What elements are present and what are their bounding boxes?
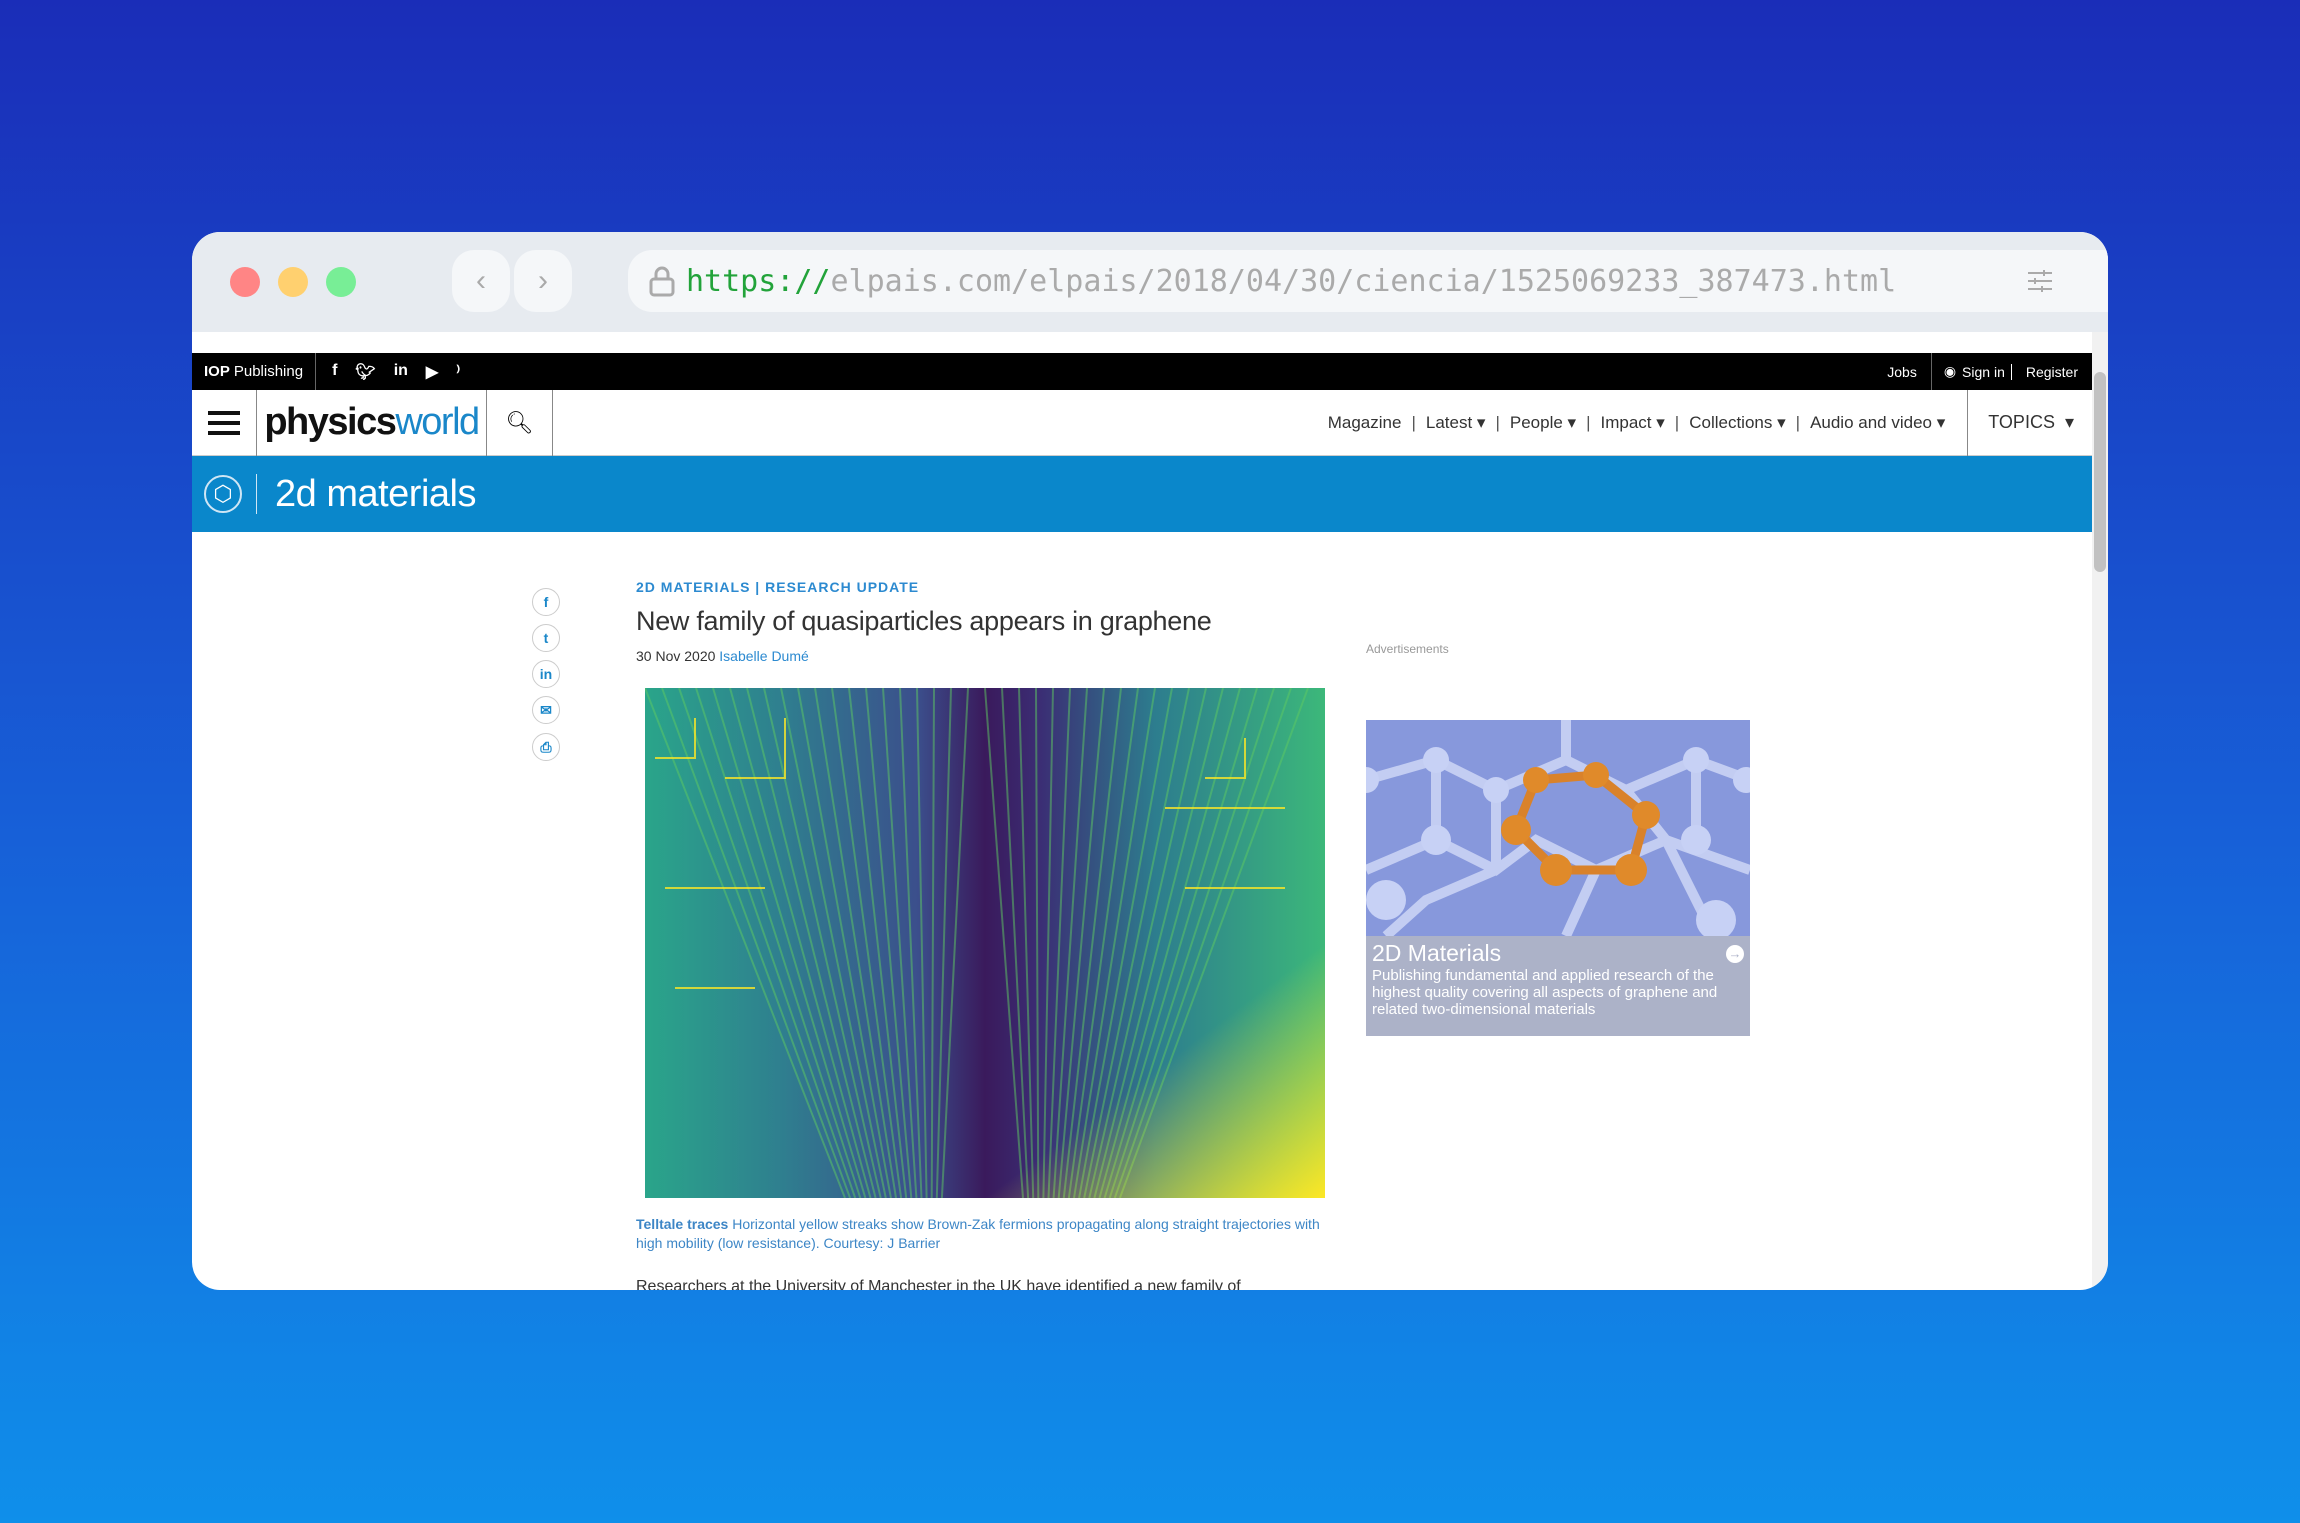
scrollbar[interactable] [2092, 332, 2108, 1290]
nav-impact[interactable]: Impact ▾ [1591, 413, 1675, 433]
ad-label: Advertisements [1366, 642, 1449, 656]
sliders-icon [2028, 270, 2052, 292]
logo-rest: Publishing [233, 363, 304, 380]
image-caption: Telltale traces Horizontal yellow streak… [636, 1215, 1336, 1253]
arrow-right-icon[interactable]: → [1726, 944, 1744, 963]
category-link[interactable]: 2D MATERIALS [636, 579, 750, 595]
type-link[interactable]: RESEARCH UPDATE [765, 579, 919, 595]
journal-ad[interactable]: 2D Materials → Publishing fundamental and… [1366, 720, 1750, 1036]
hamburger-menu-icon[interactable] [192, 389, 257, 456]
url-protocol: https:// [686, 263, 831, 299]
topics-dropdown[interactable]: TOPICS ▾ [1967, 389, 2092, 456]
logo-physics: physics [264, 401, 397, 443]
browser-toolbar: ‹ › https://elpais.com/elpais/2018/04/30… [192, 232, 2108, 332]
logo-bold: IOP [204, 363, 230, 380]
nav-collections[interactable]: Collections ▾ [1679, 413, 1795, 433]
graphene-lattice-image [1366, 720, 1750, 940]
hexagon-molecule-icon: ⬡ [204, 475, 242, 513]
ad-title: 2D Materials [1372, 940, 1502, 966]
scrollbar-thumb[interactable] [2094, 372, 2106, 572]
sign-in-link[interactable]: Sign in [1960, 363, 2012, 380]
user-icon: ◉ [1943, 363, 1957, 379]
youtube-icon[interactable]: ▶ [426, 362, 438, 382]
article-category: 2D MATERIALS | RESEARCH UPDATE [636, 579, 920, 595]
share-linkedin-icon[interactable]: in [532, 660, 560, 688]
publisher-bar: IOP Publishing f 🐦︎ in ▶ ⁾ Jobs ◉ Sign in… [192, 353, 2092, 390]
rss-icon[interactable]: ⁾ [456, 362, 460, 382]
logo-world: world [395, 401, 480, 443]
forward-button[interactable]: › [514, 250, 572, 312]
print-icon[interactable]: ⎙ [532, 733, 560, 761]
share-email-icon[interactable]: ✉ [532, 696, 560, 724]
register-link[interactable]: Register [2012, 364, 2092, 380]
settings-button[interactable] [2010, 250, 2070, 312]
nav-magazine[interactable]: Magazine [1318, 413, 1412, 433]
physicsworld-logo[interactable]: physics world [257, 389, 487, 456]
browser-window: ‹ › https://elpais.com/elpais/2018/04/30… [192, 232, 2108, 1290]
twitter-icon[interactable]: 🐦︎ [355, 362, 375, 382]
article-body: Researchers at the University of Manches… [636, 1278, 1241, 1290]
ad-description: Publishing fundamental and applied resea… [1372, 967, 1718, 1018]
share-twitter-icon[interactable]: t [532, 624, 560, 652]
minimize-button[interactable] [278, 267, 308, 297]
jobs-link[interactable]: Jobs [1873, 353, 1932, 390]
facebook-icon[interactable]: f [332, 362, 337, 382]
web-page: IOP Publishing f 🐦︎ in ▶ ⁾ Jobs ◉ Sign in… [192, 353, 2092, 1290]
article-date: 30 Nov 2020 [636, 648, 716, 664]
nav-people[interactable]: People ▾ [1500, 413, 1586, 433]
topic-banner: ⬡ 2d materials [192, 456, 2092, 532]
search-icon[interactable]: 🔍︎ [487, 389, 553, 456]
close-button[interactable] [230, 267, 260, 297]
linkedin-icon[interactable]: in [394, 362, 408, 382]
nav-audio-video[interactable]: Audio and video ▾ [1800, 413, 1955, 433]
nav-latest[interactable]: Latest ▾ [1416, 413, 1496, 433]
article-hero-image [645, 688, 1325, 1198]
article-title: New family of quasiparticles appears in … [636, 606, 1212, 636]
back-button[interactable]: ‹ [452, 250, 510, 312]
main-nav: physics world 🔍︎ Magazine | Latest ▾ | Peop… [192, 389, 2092, 456]
author-link[interactable]: Isabelle Dumé [719, 648, 809, 664]
address-bar[interactable]: https://elpais.com/elpais/2018/04/30/cie… [628, 250, 2108, 312]
topic-title: 2d materials [275, 472, 476, 515]
maximize-button[interactable] [326, 267, 356, 297]
iop-logo[interactable]: IOP Publishing [192, 353, 317, 390]
share-facebook-icon[interactable]: f [532, 588, 560, 616]
article-meta: 30 Nov 2020 Isabelle Dumé [636, 648, 809, 664]
url-text: elpais.com/elpais/2018/04/30/ciencia/152… [830, 263, 1897, 299]
lock-icon [649, 266, 675, 297]
caption-title: Telltale traces [636, 1216, 729, 1232]
caption-text: Horizontal yellow streaks show Brown-Zak… [636, 1216, 1320, 1251]
